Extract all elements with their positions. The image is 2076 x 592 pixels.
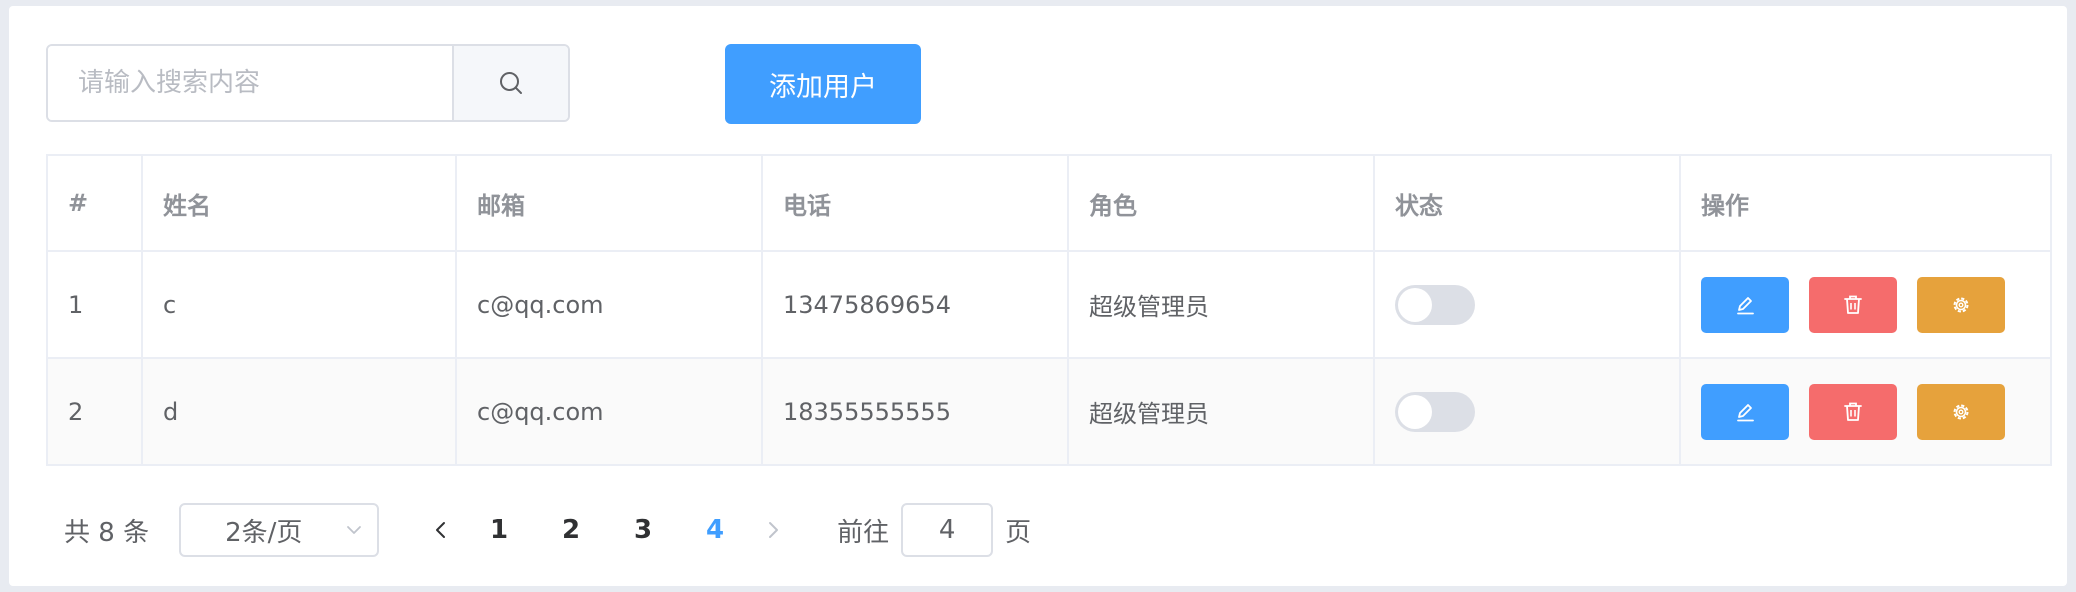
search-input[interactable] xyxy=(48,46,452,120)
page-number-2[interactable]: 2 xyxy=(535,515,607,545)
goto-page-input[interactable] xyxy=(901,503,994,557)
header-index: # xyxy=(46,154,143,252)
delete-button[interactable] xyxy=(1809,276,1897,333)
search-button[interactable] xyxy=(452,46,568,120)
delete-icon xyxy=(1844,295,1862,314)
pagination-total: 共 8 条 xyxy=(64,517,150,548)
next-page-button[interactable] xyxy=(751,503,795,557)
pagination: 共 8 条 2条/页 1 2 3 4 前往 页 xyxy=(64,502,1031,558)
setting-icon xyxy=(1953,404,1969,419)
header-status: 状态 xyxy=(1373,154,1681,252)
cell-status xyxy=(1373,357,1681,466)
chevron-left-icon xyxy=(436,522,446,538)
chevron-down-icon xyxy=(347,526,361,534)
page-size-select[interactable]: 2条/页 xyxy=(179,503,380,557)
cell-email: c@qq.com xyxy=(455,357,763,466)
delete-icon xyxy=(1844,402,1862,421)
setting-button[interactable] xyxy=(1917,383,2005,440)
chevron-right-icon xyxy=(769,522,779,538)
search-icon xyxy=(500,72,522,94)
page-size-value: 2条/页 xyxy=(225,517,303,548)
cell-name: d xyxy=(141,357,457,466)
edit-icon xyxy=(1737,296,1754,314)
header-phone: 电话 xyxy=(761,154,1069,252)
add-user-button[interactable]: 添加用户 xyxy=(725,44,921,124)
cell-role: 超级管理员 xyxy=(1067,250,1375,359)
switch-knob xyxy=(1398,394,1432,429)
cell-phone: 18355555555 xyxy=(761,357,1069,466)
cell-index: 2 xyxy=(46,357,143,466)
page-suffix-label: 页 xyxy=(1005,517,1032,548)
setting-icon xyxy=(1953,297,1969,312)
edit-button[interactable] xyxy=(1701,276,1789,333)
user-table: # 姓名 邮箱 电话 角色 状态 操作 1 c c@qq.com 1347586… xyxy=(46,154,2052,466)
page-jumper: 前往 页 xyxy=(837,503,1031,557)
cell-status xyxy=(1373,250,1681,359)
cell-role: 超级管理员 xyxy=(1067,357,1375,466)
cell-phone: 13475869654 xyxy=(761,250,1069,359)
status-switch[interactable] xyxy=(1395,391,1475,432)
page-number-3[interactable]: 3 xyxy=(607,515,679,545)
cell-actions xyxy=(1679,357,2052,466)
page-number-1[interactable]: 1 xyxy=(463,515,535,545)
header-name: 姓名 xyxy=(141,154,457,252)
table-row: 1 c c@qq.com 13475869654 超级管理员 xyxy=(46,250,2052,359)
cell-index: 1 xyxy=(46,250,143,359)
cell-actions xyxy=(1679,250,2052,359)
prev-page-button[interactable] xyxy=(419,503,463,557)
table-row: 2 d c@qq.com 18355555555 超级管理员 xyxy=(46,357,2052,466)
header-role: 角色 xyxy=(1067,154,1375,252)
user-list-card: 添加用户 # 姓名 邮箱 电话 角色 状态 操作 1 c c@qq.com 13… xyxy=(9,6,2067,586)
switch-knob xyxy=(1398,287,1432,322)
goto-label: 前往 xyxy=(837,517,890,548)
setting-button[interactable] xyxy=(1917,276,2005,333)
search-group xyxy=(46,44,570,122)
header-actions: 操作 xyxy=(1679,154,2052,252)
cell-email: c@qq.com xyxy=(455,250,763,359)
table-header-row: # 姓名 邮箱 电话 角色 状态 操作 xyxy=(46,154,2052,252)
header-email: 邮箱 xyxy=(455,154,763,252)
status-switch[interactable] xyxy=(1395,284,1475,325)
cell-name: c xyxy=(141,250,457,359)
page-number-4[interactable]: 4 xyxy=(679,515,751,545)
delete-button[interactable] xyxy=(1809,383,1897,440)
edit-button[interactable] xyxy=(1701,383,1789,440)
edit-icon xyxy=(1737,403,1754,421)
